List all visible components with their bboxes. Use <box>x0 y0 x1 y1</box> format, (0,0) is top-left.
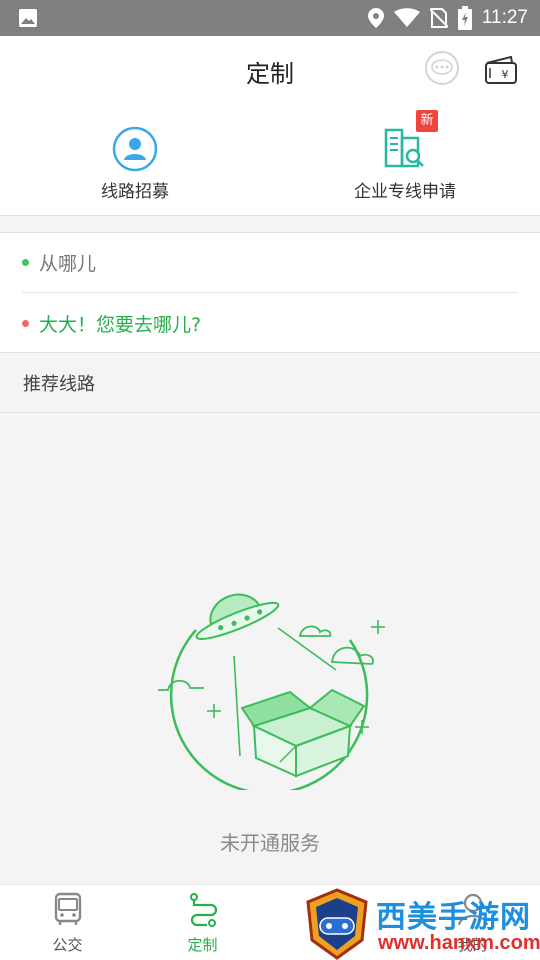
status-bar: 11:27 <box>0 0 540 36</box>
no-sim-icon <box>429 8 448 28</box>
watermark-title: 西美手游网 <box>376 900 531 935</box>
to-field[interactable]: 大大！您要去哪儿? <box>22 293 518 353</box>
recruit-label: 线路招募 <box>101 182 169 202</box>
recruit-icon <box>112 126 158 172</box>
watermark-logo-icon <box>306 888 368 960</box>
recommend-title: 推荐线路 <box>23 374 95 395</box>
from-placeholder: 从哪儿 <box>39 253 97 275</box>
app-header: 定制 ¥ <box>0 36 540 106</box>
empty-state-text: 未开通服务 <box>220 831 320 855</box>
tab-custom-label: 定制 <box>187 936 218 954</box>
route-search-card: 从哪儿 大大！您要去哪儿? <box>0 232 540 353</box>
recommend-section-header: 推荐线路 <box>0 353 540 413</box>
status-time: 11:27 <box>481 7 528 28</box>
from-field[interactable]: 从哪儿 <box>22 233 518 293</box>
bus-icon <box>54 892 81 925</box>
origin-dot-icon <box>22 259 29 266</box>
enterprise-line-entry[interactable]: 企业专线申请 <box>295 120 515 210</box>
tab-bus[interactable]: 公交 <box>0 885 135 960</box>
enterprise-label: 企业专线申请 <box>354 182 456 202</box>
tab-bus-label: 公交 <box>52 936 83 954</box>
watermark: 西美手游网 www.hanxm.com <box>300 888 540 960</box>
battery-charging-icon <box>457 6 472 30</box>
route-recruit-entry[interactable]: 线路招募 <box>25 120 245 210</box>
empty-state-illustration <box>158 593 385 790</box>
tab-custom[interactable]: 定制 <box>135 885 270 960</box>
svg-text:¥: ¥ <box>502 68 509 81</box>
route-icon <box>189 893 217 927</box>
new-badge: 新 <box>416 110 438 132</box>
watermark-url: www.hanxm.com <box>378 932 540 954</box>
wifi-icon <box>393 8 420 27</box>
destination-dot-icon <box>22 319 29 327</box>
message-icon[interactable] <box>424 50 460 86</box>
to-placeholder: 大大！您要去哪儿? <box>39 313 202 336</box>
entry-panel: 线路招募 企业专线申请 <box>0 106 540 216</box>
wallet-icon[interactable]: ¥ <box>483 54 519 86</box>
gallery-notification-icon <box>19 9 37 27</box>
location-icon <box>367 8 384 28</box>
